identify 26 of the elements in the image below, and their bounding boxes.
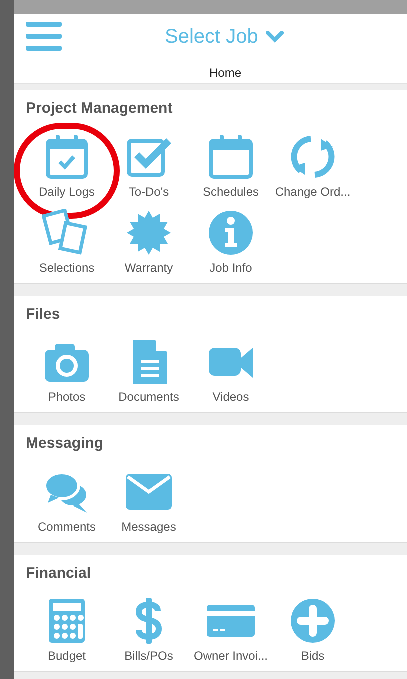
module-tile[interactable]: Daily Logs	[26, 128, 108, 200]
calendar-icon	[206, 132, 256, 180]
plus-icon	[288, 597, 338, 645]
module-tile[interactable]: Photos	[26, 334, 108, 406]
module-tile[interactable]: Bids	[272, 593, 354, 665]
menu-icon[interactable]	[26, 22, 62, 52]
module-tile[interactable]: Documents	[108, 334, 190, 406]
module-tile[interactable]: Change Ord...	[272, 128, 354, 200]
module-tile[interactable]: Schedules	[190, 128, 272, 200]
section-title: Financial	[26, 564, 92, 584]
page-title: Home	[209, 65, 242, 82]
module-tile[interactable]: Messages	[108, 464, 190, 536]
module-tile[interactable]: Bills/POs	[108, 593, 190, 665]
module-tile[interactable]: Job Info	[190, 204, 272, 276]
module-tile[interactable]: To-Do's	[108, 128, 190, 200]
module-tile[interactable]: Comments	[26, 464, 108, 536]
module-tile[interactable]: Selections	[26, 204, 108, 276]
module-tile[interactable]: Videos	[190, 334, 272, 406]
module-tile[interactable]: Budget	[26, 593, 108, 665]
section-title: Files	[26, 304, 62, 324]
module-tile[interactable]: Warranty	[108, 204, 190, 276]
module-tile[interactable]: Owner Invoi...	[190, 593, 272, 665]
section-title: Messaging	[26, 434, 105, 454]
section-title: Project Management	[26, 99, 174, 119]
info-icon	[206, 208, 256, 256]
chevron-down-icon	[266, 31, 284, 43]
